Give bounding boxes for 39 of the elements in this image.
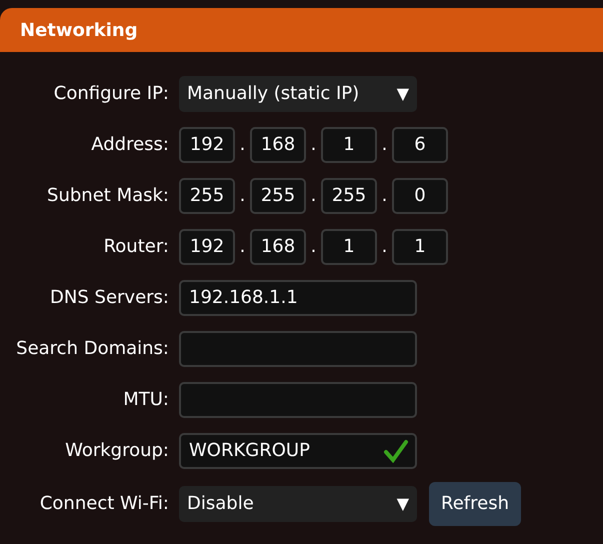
octet-field[interactable]: 255 — [250, 178, 306, 214]
field-label: Search Domains: — [15, 337, 170, 361]
octet-field[interactable]: 0 — [392, 178, 448, 214]
dot-separator: . — [380, 235, 388, 259]
octet-field[interactable]: 192 — [179, 228, 235, 264]
dot-separator: . — [380, 184, 388, 208]
field-label: Workgroup: — [64, 439, 170, 463]
dot-separator: . — [238, 133, 246, 157]
dropdown-select[interactable]: Manually (static IP) ▼ — [179, 76, 417, 112]
octet-field[interactable]: 168 — [250, 228, 306, 264]
text-field[interactable]: WORKGROUP — [179, 432, 417, 468]
octet-field[interactable]: 255 — [321, 178, 377, 214]
field-label: Subnet Mask: — [46, 184, 170, 208]
dot-separator: . — [238, 184, 246, 208]
field-label: Configure IP: — [52, 82, 170, 106]
dropdown-select[interactable]: Disable ▼ — [179, 486, 417, 522]
dot-separator: . — [310, 184, 318, 208]
field-label: MTU: — [122, 388, 170, 412]
checkmark-icon — [383, 438, 409, 462]
dot-separator: . — [310, 235, 318, 259]
octet-field[interactable]: 168 — [250, 126, 306, 162]
text-field[interactable] — [179, 382, 417, 418]
dot-separator: . — [310, 133, 318, 157]
field-label: DNS Servers: — [49, 286, 170, 310]
dot-separator: . — [238, 235, 246, 259]
panel-title: Networking — [20, 18, 138, 42]
octet-field[interactable]: 1 — [321, 228, 377, 264]
dot-separator: . — [380, 133, 388, 157]
octet-field[interactable]: 6 — [392, 126, 448, 162]
text-field[interactable]: 192.168.1.1 — [179, 280, 417, 316]
octet-field[interactable]: 192 — [179, 126, 235, 162]
field-label: Address: — [90, 133, 170, 157]
text-field[interactable] — [179, 330, 417, 366]
field-label: Router: — [102, 235, 170, 259]
octet-field[interactable]: 255 — [179, 178, 235, 214]
octet-field[interactable]: 1 — [392, 228, 448, 264]
octet-field[interactable]: 1 — [321, 126, 377, 162]
refresh-button[interactable]: Refresh — [429, 482, 521, 526]
field-label: Connect Wi-Fi: — [38, 492, 170, 516]
